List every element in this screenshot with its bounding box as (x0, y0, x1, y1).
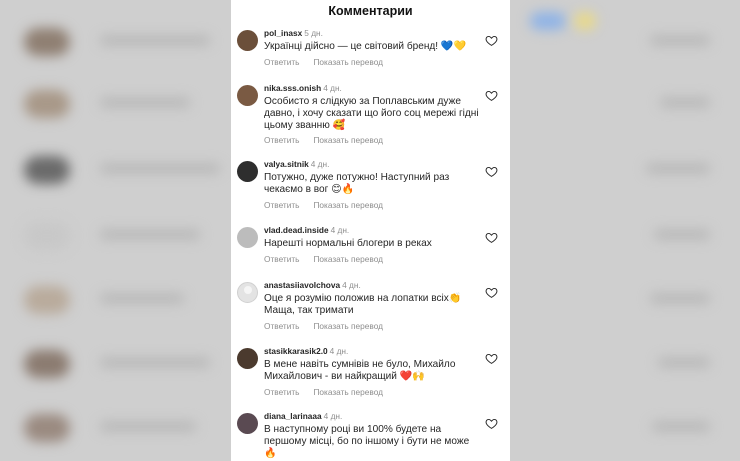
like-heart-icon[interactable] (485, 89, 498, 102)
comment-username[interactable]: pol_inasx (264, 28, 302, 38)
comment-text: Українці дійсно — це світовий бренд! 💙💛 (264, 41, 467, 52)
comment-time: 4 дн. (323, 411, 343, 421)
avatar[interactable] (237, 282, 258, 303)
comments-panel: Комментарии pol_inasx 5 дн. Українці дійс… (231, 0, 510, 461)
comment-text: Особисто я слідкую за Поплавським дуже д… (264, 96, 479, 131)
comment-username[interactable]: valya.sitnik (264, 159, 309, 169)
panel-title: Комментарии (328, 4, 413, 18)
comment-text: Оце я розумію положив на лопатки всіх👏 М… (264, 293, 462, 316)
show-translation-button[interactable]: Показать перевод (313, 254, 383, 264)
show-translation-button[interactable]: Показать перевод (313, 135, 383, 145)
comment-time: 4 дн. (330, 225, 350, 235)
avatar[interactable] (237, 413, 258, 434)
avatar[interactable] (237, 348, 258, 369)
comment-username[interactable]: stasikkarasik2.0 (264, 346, 328, 356)
avatar[interactable] (237, 85, 258, 106)
like-heart-icon[interactable] (485, 352, 498, 365)
reply-button[interactable]: Ответить (264, 387, 299, 397)
like-heart-icon[interactable] (485, 286, 498, 299)
comment-username[interactable]: nika.sss.onish (264, 83, 321, 93)
comment-username[interactable]: vlad.dead.inside (264, 225, 329, 235)
comment-time: 4 дн. (323, 83, 342, 93)
comment-text: В наступному році ви 100% будете на перш… (264, 424, 470, 459)
comment-text: В мене навіть сумнівів не було, Михайло … (264, 359, 456, 382)
like-heart-icon[interactable] (485, 231, 498, 244)
comment-time: 4 дн. (310, 159, 330, 169)
comment-username[interactable]: anastasiiavolchova (264, 280, 340, 290)
reply-button[interactable]: Ответить (264, 200, 299, 210)
show-translation-button[interactable]: Показать перевод (313, 321, 383, 331)
comment-time: 4 дн. (342, 280, 361, 290)
like-heart-icon[interactable] (485, 165, 498, 178)
comment-time: 4 дн. (329, 346, 349, 356)
comment-text: Потужно, дуже потужно! Наступний раз чек… (264, 172, 450, 195)
like-heart-icon[interactable] (485, 34, 498, 47)
comment-username[interactable]: diana_larinaaa (264, 411, 322, 421)
reply-button[interactable]: Ответить (264, 57, 299, 67)
comment-text: Нарешті нормальні блогери в реках (264, 238, 432, 249)
reply-button[interactable]: Ответить (264, 321, 299, 331)
avatar[interactable] (237, 227, 258, 248)
show-translation-button[interactable]: Показать перевод (313, 200, 383, 210)
avatar[interactable] (237, 30, 258, 51)
reply-button[interactable]: Ответить (264, 135, 299, 145)
show-translation-button[interactable]: Показать перевод (313, 57, 383, 67)
reply-button[interactable]: Ответить (264, 254, 299, 264)
comment-time: 5 дн. (304, 28, 323, 38)
avatar[interactable] (237, 161, 258, 182)
show-translation-button[interactable]: Показать перевод (313, 387, 383, 397)
like-heart-icon[interactable] (485, 417, 498, 430)
